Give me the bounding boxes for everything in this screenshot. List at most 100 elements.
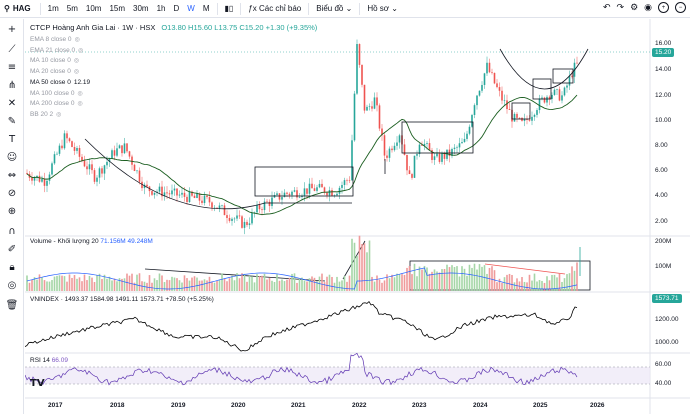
- volume-bar: [426, 267, 428, 291]
- candle-type-icon[interactable]: ▮▯: [221, 4, 238, 13]
- volume-bar: [388, 278, 391, 291]
- timeframe-5m[interactable]: 5m: [63, 4, 82, 13]
- candle-body: [113, 150, 116, 156]
- candle-body: [61, 145, 63, 149]
- candle-body: [521, 117, 523, 121]
- rsi-legend-value: 66.09: [51, 357, 68, 364]
- ruler-icon[interactable]: ⊘: [4, 187, 20, 201]
- eye-off-icon[interactable]: ◎: [74, 67, 79, 78]
- timeframe-w[interactable]: W: [183, 4, 199, 13]
- zoom-in-icon[interactable]: ⊕: [4, 205, 20, 219]
- volume-bar: [136, 274, 138, 291]
- eye-icon[interactable]: ◎: [4, 279, 20, 293]
- timeframe-d[interactable]: D: [169, 4, 183, 13]
- symbol-search[interactable]: ⚲ HAG: [0, 4, 37, 13]
- redo-icon[interactable]: ↷: [617, 2, 625, 13]
- timeframe-15m[interactable]: 15m: [105, 4, 129, 13]
- volume-bar: [498, 278, 501, 291]
- vnindex-legend[interactable]: VNINDEX · 1493.37 1584.98 1491.11 1573.7…: [30, 296, 214, 303]
- volume-bar: [116, 281, 118, 291]
- indicators-button[interactable]: ƒx Các chỉ báo: [244, 4, 305, 13]
- indicator-row[interactable]: MA 100 close 0 ◎: [30, 89, 90, 100]
- indicator-row[interactable]: MA 10 close 0 ◎: [30, 56, 90, 67]
- candle-body: [201, 200, 203, 203]
- main-legend[interactable]: CTCP Hoàng Anh Gia Lai · 1W · HSX O13.80…: [30, 23, 317, 32]
- lock-icon[interactable]: 🔒︎: [4, 261, 20, 275]
- price-axis-label: 8.00: [655, 142, 668, 149]
- volume-bar: [566, 274, 568, 291]
- measure-icon[interactable]: ⇔: [4, 169, 20, 183]
- time-axis-label: 2018: [110, 402, 125, 409]
- candle-body: [498, 87, 501, 91]
- rsi-legend[interactable]: RSI 14 66.09: [30, 357, 68, 364]
- candle-body: [221, 205, 223, 207]
- volume-bar: [216, 280, 218, 291]
- volume-bar: [288, 277, 291, 291]
- indicator-row[interactable]: MA 50 close 0 12.19: [30, 78, 90, 89]
- candle-body: [396, 142, 398, 146]
- volume-bar: [256, 274, 258, 291]
- undo-icon[interactable]: ↶: [603, 2, 611, 13]
- candle-body: [238, 215, 241, 217]
- brush-icon[interactable]: ✎: [4, 115, 20, 129]
- pattern-icon[interactable]: ✕: [4, 97, 20, 111]
- minus-circle-icon[interactable]: −: [675, 2, 686, 13]
- eye-off-icon[interactable]: ◎: [77, 89, 82, 100]
- volume-bar: [528, 274, 531, 291]
- rsi-axis-label: 60.00: [655, 361, 672, 368]
- volume-legend[interactable]: Volume - Khối lượng 20 71.156M 49.248M: [30, 238, 153, 245]
- volume-bar: [83, 274, 86, 291]
- plus-circle-icon[interactable]: +: [658, 2, 669, 13]
- indicator-row[interactable]: EMA 21 close 0 ◎: [30, 46, 90, 57]
- eye-off-icon[interactable]: ◎: [77, 99, 82, 110]
- magnet-icon[interactable]: ∩: [4, 225, 20, 239]
- crosshair-icon[interactable]: +: [4, 23, 20, 37]
- eye-off-icon[interactable]: ◎: [74, 56, 79, 67]
- emoji-icon[interactable]: ☺: [4, 151, 20, 165]
- timeframe-m[interactable]: M: [199, 4, 214, 13]
- volume-bar: [303, 280, 306, 291]
- text-icon[interactable]: T: [4, 133, 20, 147]
- volume-bar: [531, 280, 533, 291]
- candle-body: [376, 97, 378, 106]
- lock-draw-icon[interactable]: ✐: [4, 243, 20, 257]
- timeframe-30m[interactable]: 30m: [129, 4, 153, 13]
- volume-bar: [356, 255, 358, 291]
- camera-icon[interactable]: ◉: [644, 2, 652, 13]
- volume-bar: [91, 277, 93, 291]
- candle-body: [128, 151, 131, 157]
- volume-bar: [296, 282, 298, 291]
- candle-body: [328, 190, 331, 196]
- indicator-row[interactable]: MA 20 close 0 ◎: [30, 67, 90, 78]
- trash-icon[interactable]: 🗑︎: [4, 299, 20, 313]
- settings-icon[interactable]: ⚙: [630, 2, 638, 13]
- profile-menu-button[interactable]: Hồ sơ ⌄: [363, 4, 402, 13]
- candle-body: [371, 106, 373, 109]
- candle-body: [336, 193, 338, 196]
- chart-menu-button[interactable]: Biểu đồ ⌄: [312, 4, 356, 13]
- volume-bar: [503, 277, 506, 291]
- tradingview-logo-icon[interactable]: TV: [30, 378, 45, 389]
- volume-bar: [488, 267, 491, 291]
- timeframe-1m[interactable]: 1m: [44, 4, 63, 13]
- volume-bar: [286, 279, 288, 291]
- trend-line-icon[interactable]: ⟋: [4, 43, 20, 57]
- eye-off-icon[interactable]: ◎: [75, 35, 80, 46]
- indicator-row[interactable]: MA 200 close 0 ◎: [30, 99, 90, 110]
- candle-body: [78, 148, 81, 157]
- chart-canvas[interactable]: [25, 19, 690, 414]
- horizontal-lines-icon[interactable]: ≡: [4, 61, 20, 75]
- indicator-row[interactable]: EMA 8 close 0 ◎: [30, 35, 90, 46]
- vnindex-last-tag: 1573.71: [652, 294, 682, 303]
- indicator-row[interactable]: BB 20 2 ◎: [30, 110, 90, 121]
- timeframe-10m[interactable]: 10m: [82, 4, 106, 13]
- eye-off-icon[interactable]: ◎: [78, 46, 83, 57]
- candle-body: [226, 215, 228, 218]
- candle-body: [41, 178, 43, 182]
- eye-off-icon[interactable]: ◎: [56, 110, 61, 121]
- pitchfork-icon[interactable]: ⋔: [4, 79, 20, 93]
- candle-body: [181, 192, 183, 195]
- timeframe-1h[interactable]: 1h: [153, 4, 170, 13]
- candle-body: [243, 221, 246, 228]
- volume-bar: [341, 280, 343, 291]
